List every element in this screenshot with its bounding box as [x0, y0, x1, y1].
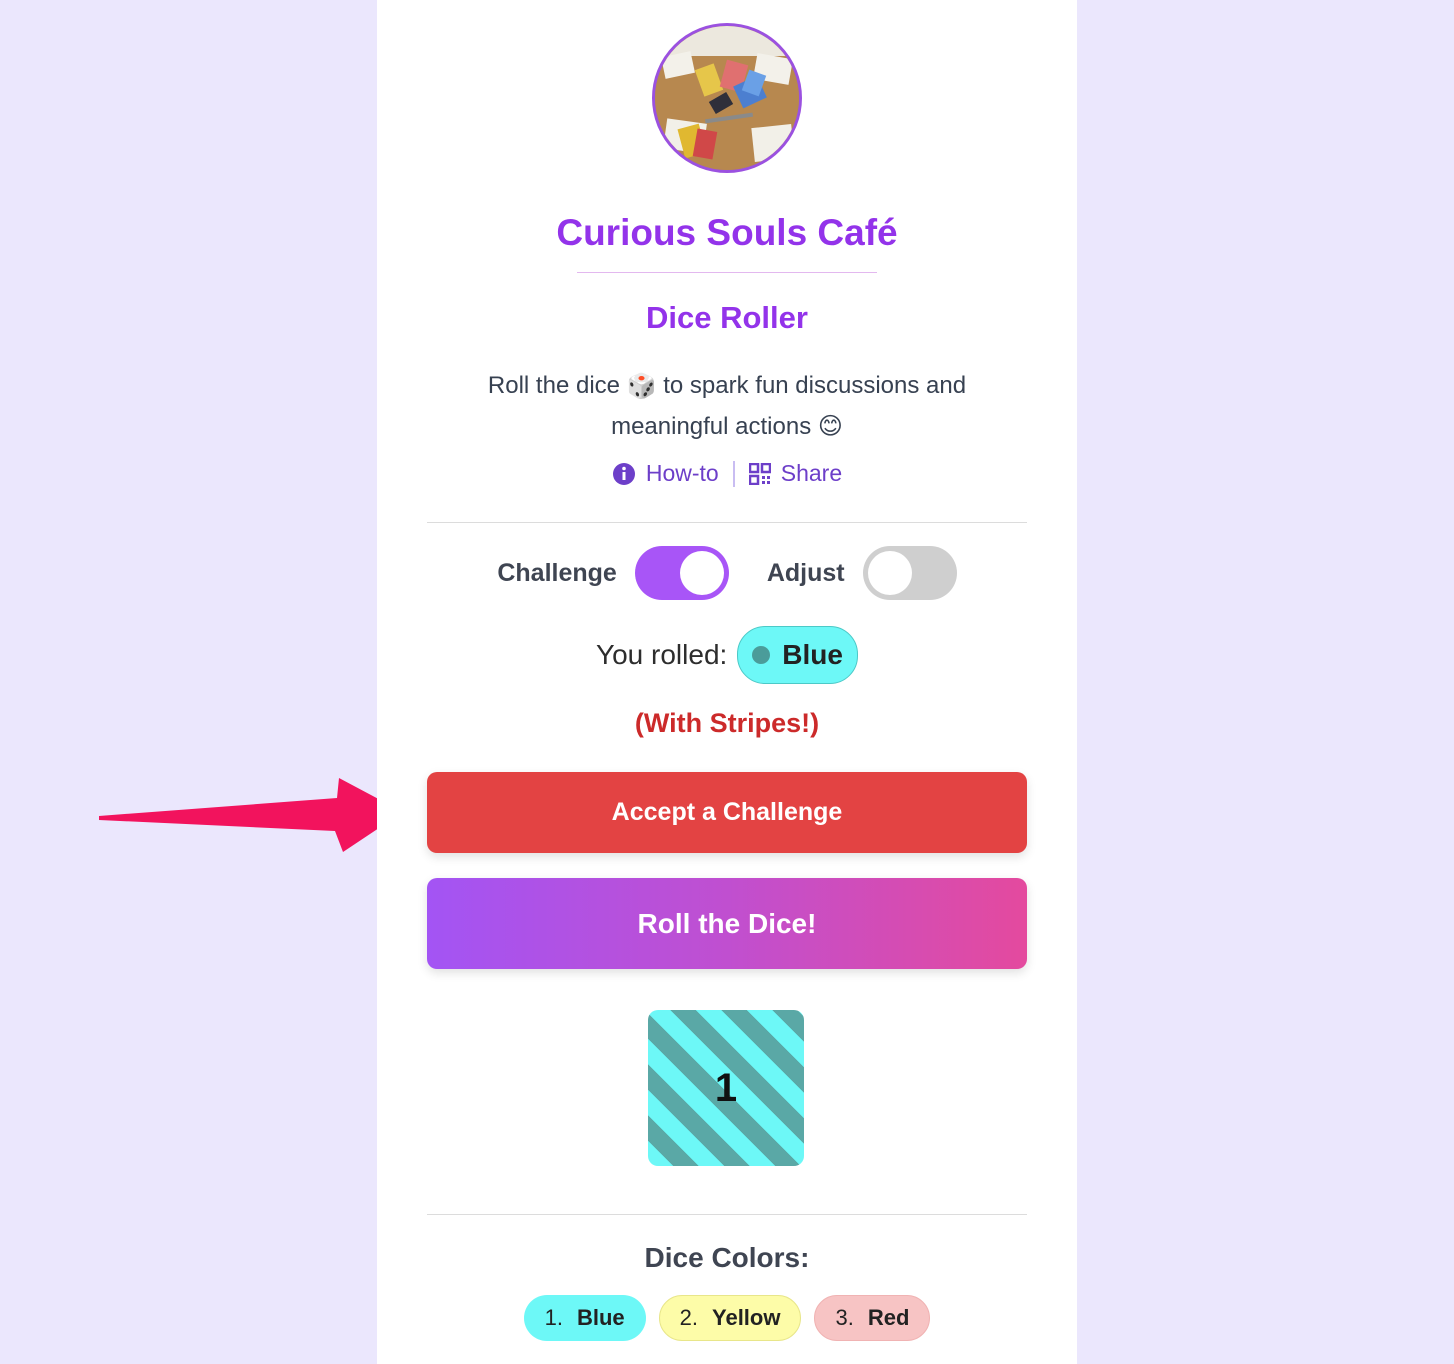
challenge-toggle-label: Challenge [497, 558, 617, 587]
chip-name: Yellow [712, 1305, 781, 1330]
mode-toggles: Challenge Adjust [377, 546, 1077, 600]
dice-emoji-icon: 🎲 [626, 372, 657, 400]
adjust-toggle[interactable] [862, 546, 957, 600]
rolled-color-name: Blue [782, 639, 843, 670]
description: Roll the dice 🎲 to spark fun discussions… [447, 366, 1007, 447]
dice-value: 1 [714, 1065, 738, 1110]
share-link[interactable]: Share [748, 460, 843, 487]
cafe-avatar-image [652, 23, 802, 173]
chip-name: Blue [576, 1305, 625, 1330]
chip-number: 3. [835, 1305, 854, 1330]
chip-number: 1. [544, 1305, 563, 1330]
page-subtitle: Dice Roller [646, 300, 808, 335]
adjust-toggle-label: Adjust [766, 558, 845, 587]
adjust-toggle-knob [867, 551, 912, 595]
divider-top [427, 522, 1027, 523]
color-chip-red: 3. Red [814, 1295, 931, 1341]
dice-colors-title: Dice Colors: [644, 1242, 810, 1273]
color-chip-blue: 1. Blue [523, 1295, 646, 1341]
main-card: Curious Souls Café Dice Roller Roll the … [377, 0, 1077, 1364]
howto-label: How-to [645, 460, 719, 486]
color-chip-yellow: 2. Yellow [658, 1295, 802, 1341]
qr-code-icon [748, 462, 771, 485]
description-text-2: to spark fun discussions and meaningful … [611, 372, 967, 440]
smile-emoji-icon: 😊 [817, 413, 843, 441]
title-divider [577, 272, 877, 273]
challenge-toggle[interactable] [634, 546, 729, 600]
challenge-toggle-knob [679, 551, 724, 595]
chip-name: Red [867, 1305, 910, 1330]
rolled-label: You rolled: [596, 639, 728, 670]
dice-face: 1 [648, 1010, 804, 1166]
info-links: How-to Share [377, 460, 1077, 487]
rolled-color-badge: Blue [737, 626, 858, 684]
color-dot-icon [752, 646, 771, 664]
roll-dice-button[interactable]: Roll the Dice! [427, 878, 1027, 969]
share-label: Share [780, 460, 843, 486]
links-separator [732, 460, 735, 487]
accept-challenge-button[interactable]: Accept a Challenge [427, 772, 1027, 853]
description-text-1: Roll the dice [487, 372, 620, 399]
roll-result: You rolled: Blue [377, 626, 1077, 684]
dice-colors-list: 1. Blue 2. Yellow 3. Red [377, 1295, 1077, 1341]
annotation-arrow-icon [99, 778, 403, 852]
divider-bottom [427, 1214, 1027, 1215]
chip-number: 2. [679, 1305, 698, 1330]
info-icon [612, 462, 635, 485]
howto-link[interactable]: How-to [612, 460, 719, 487]
cafe-title: Curious Souls Café [556, 212, 898, 253]
roll-modifier: (With Stripes!) [634, 708, 820, 738]
